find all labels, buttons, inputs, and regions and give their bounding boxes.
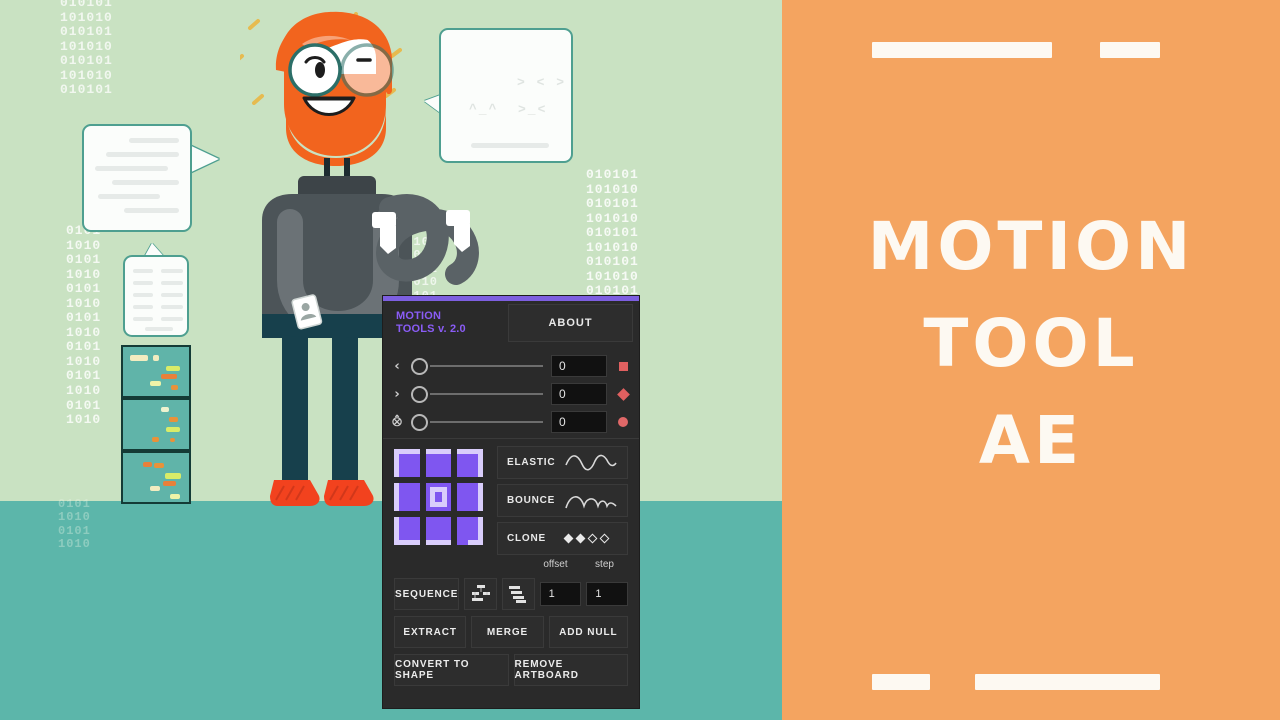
panel-divider	[383, 438, 639, 439]
motion-tools-panel[interactable]: MOTION TOOLS v. 2.0 ABOUT ‹ 0 › 0 ⨶ 0 EL…	[383, 296, 639, 708]
shape-buttons-row: CONVERT TO SHAPE REMOVE ARTBOARD	[394, 654, 628, 686]
slider-track-in[interactable]	[430, 365, 543, 367]
stagger-layers-icon[interactable]	[502, 578, 535, 610]
server-box	[121, 451, 191, 504]
server-box	[121, 398, 191, 451]
document-small	[123, 255, 189, 337]
deco-bar-top-short	[1100, 42, 1160, 58]
page-title: MOTION TOOL AE	[782, 198, 1280, 489]
utility-buttons-row: EXTRACT MERGE ADD NULL	[394, 616, 629, 648]
slider-track-both[interactable]	[430, 421, 543, 423]
anchor-cell-center[interactable]	[425, 483, 452, 511]
slider-track-out[interactable]	[430, 393, 543, 395]
panel-brand: MOTION TOOLS v. 2.0	[396, 310, 466, 336]
offset-label: offset	[543, 559, 568, 570]
convert-to-shape-button[interactable]: CONVERT TO SHAPE	[394, 654, 509, 686]
keyframe-diamond-icon[interactable]	[607, 387, 639, 401]
binary-texture-top-left: 010101 101010 010101 101010 010101 10101…	[60, 0, 113, 98]
keyframe-circle-icon[interactable]	[607, 417, 639, 427]
add-null-button[interactable]: ADD NULL	[548, 616, 629, 648]
slider-row-out[interactable]: › 0	[383, 380, 639, 408]
chevron-left-icon[interactable]: ‹	[383, 359, 411, 374]
binary-texture-bottom-left: 0101 1010 0101 1010	[58, 497, 91, 552]
anchor-cell-bottom-center[interactable]	[425, 517, 452, 545]
both-ways-icon[interactable]: ⨶	[383, 415, 411, 430]
step-input[interactable]: 1	[586, 582, 628, 606]
title-panel: MOTION TOOL AE	[782, 0, 1280, 720]
title-line-3: AE	[978, 402, 1084, 479]
slider-row-both[interactable]: ⨶ 0	[383, 408, 639, 436]
extract-button[interactable]: EXTRACT	[394, 616, 467, 648]
about-button[interactable]: ABOUT	[508, 304, 633, 342]
remove-artboard-button[interactable]: REMOVE ARTBOARD	[513, 654, 628, 686]
offset-step-labels: offset step	[531, 559, 629, 570]
anchor-cell-middle-left[interactable]	[394, 483, 420, 511]
slider-value-out[interactable]: 0	[551, 383, 607, 405]
illustration-scene: 010101 101010 010101 101010 010101 10101…	[0, 0, 782, 720]
chevron-right-icon[interactable]: ›	[383, 387, 411, 402]
elastic-label: ELASTIC	[507, 457, 556, 468]
bounce-button[interactable]: BOUNCE	[497, 484, 628, 517]
anchor-cell-top-right[interactable]	[457, 449, 483, 477]
anchor-cell-top-left[interactable]	[394, 449, 420, 477]
brand-line-1: MOTION	[396, 310, 442, 322]
slider-row-in[interactable]: ‹ 0	[383, 352, 639, 380]
slider-knob-out[interactable]	[411, 385, 428, 403]
offset-input[interactable]: 1	[539, 582, 582, 606]
bounce-wave-icon	[555, 492, 627, 510]
title-line-2: TOOL	[923, 305, 1139, 382]
slider-value-both[interactable]: 0	[551, 411, 607, 433]
deco-bar-top-long	[872, 42, 1052, 58]
clone-diamonds-icon	[546, 533, 627, 544]
panel-header: MOTION TOOLS v. 2.0 ABOUT	[383, 301, 639, 345]
elastic-wave-icon	[555, 454, 627, 472]
screenshot-stage: 010101 101010 010101 101010 010101 10101…	[0, 0, 1280, 720]
deco-bar-bottom-short	[872, 674, 930, 690]
effects-list: ELASTIC BOUNCE CLONE	[497, 446, 628, 560]
binary-texture-left: 0101 1010 0101 1010 0101 1010 0101 1010 …	[66, 223, 102, 428]
anchor-cell-middle-right[interactable]	[457, 483, 483, 511]
keyframe-square-icon[interactable]	[607, 361, 639, 371]
clone-label: CLONE	[507, 533, 546, 544]
server-boxes	[121, 345, 191, 505]
merge-button[interactable]: MERGE	[471, 616, 544, 648]
sequence-button[interactable]: SEQUENCE	[394, 578, 460, 610]
deco-bar-bottom-long	[975, 674, 1160, 690]
elastic-button[interactable]: ELASTIC	[497, 446, 628, 479]
server-box	[121, 345, 191, 398]
document-bubble-large	[82, 124, 192, 232]
clone-button[interactable]: CLONE	[497, 522, 628, 555]
step-label: step	[595, 559, 614, 570]
anchor-point-grid[interactable]	[394, 449, 483, 545]
align-layers-icon[interactable]	[464, 578, 497, 610]
sequence-row: SEQUENCE 1 1	[394, 578, 628, 610]
slider-knob-both[interactable]	[411, 413, 428, 431]
slider-value-in[interactable]: 0	[551, 355, 607, 377]
anchor-cell-top-center[interactable]	[425, 449, 452, 477]
title-line-1: MOTION	[867, 208, 1195, 285]
bounce-label: BOUNCE	[507, 495, 556, 506]
brand-line-2: TOOLS v. 2.0	[396, 323, 466, 335]
slider-knob-in[interactable]	[411, 357, 428, 375]
anchor-cell-bottom-right[interactable]	[457, 517, 483, 545]
anchor-cell-bottom-left[interactable]	[394, 517, 420, 545]
